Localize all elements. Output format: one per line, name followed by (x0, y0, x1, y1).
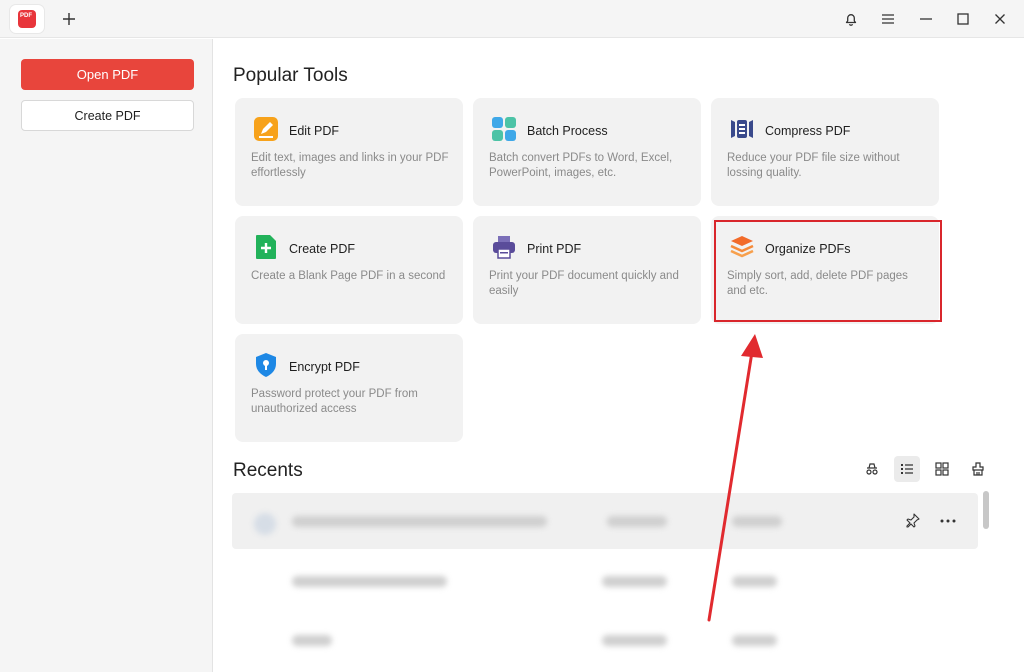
create-plus-icon (256, 235, 276, 259)
sidebar: Open PDF Create PDF (0, 39, 213, 672)
shield-lock-icon (256, 353, 276, 377)
tool-card-edit-pdf[interactable]: Edit PDF Edit text, images and links in … (235, 98, 463, 206)
app-logo-tab[interactable]: PDF (10, 5, 44, 33)
tool-description: Edit text, images and links in your PDF … (251, 152, 449, 179)
tool-title: Create PDF (289, 242, 355, 256)
minimize-button[interactable] (911, 4, 941, 34)
notifications-button[interactable] (836, 4, 866, 34)
tool-card-encrypt-pdf[interactable]: Encrypt PDF Password protect your PDF fr… (235, 334, 463, 442)
tool-description: Create a Blank Page PDF in a second (251, 270, 446, 282)
pin-button[interactable] (905, 512, 925, 532)
clear-recents-button[interactable] (965, 456, 991, 482)
cloud-view-button[interactable] (859, 456, 885, 482)
list-view-icon (901, 464, 913, 474)
file-type-icon (254, 513, 276, 535)
maximize-button[interactable] (948, 4, 978, 34)
recent-file-row[interactable] (232, 493, 978, 549)
file-date-blurred (602, 635, 667, 646)
minimize-icon (920, 18, 932, 20)
tool-description: Simply sort, add, delete PDF pages and e… (727, 270, 908, 297)
incognito-icon (866, 463, 878, 475)
batch-grid-icon (492, 117, 516, 141)
file-size-blurred (732, 635, 777, 646)
tool-description: Print your PDF document quickly and easi… (489, 270, 679, 297)
recents-scrollbar[interactable] (983, 491, 989, 529)
tool-description: Reduce your PDF file size without lossin… (727, 152, 900, 179)
tool-description: Password protect your PDF from unauthori… (251, 388, 418, 415)
recent-file-row[interactable] (232, 612, 978, 668)
tool-card-compress-pdf[interactable]: Compress PDF Reduce your PDF file size w… (711, 98, 939, 206)
file-date-blurred (602, 576, 667, 587)
popular-tools-title: Popular Tools (233, 65, 348, 86)
pin-icon (906, 513, 920, 528)
file-name-blurred (292, 516, 547, 527)
plus-icon (63, 13, 75, 25)
title-bar: PDF (0, 0, 1024, 38)
close-icon (995, 14, 1005, 24)
app-window: PDF Open PDF Create PDF Popular Tools Ed… (0, 0, 1024, 672)
tool-title: Encrypt PDF (289, 360, 360, 374)
file-name-blurred (292, 576, 447, 587)
maximize-icon (957, 13, 969, 25)
open-pdf-button[interactable]: Open PDF (21, 59, 194, 90)
recent-file-row[interactable] (232, 553, 978, 609)
file-name-blurred (292, 635, 332, 646)
close-button[interactable] (985, 4, 1015, 34)
tool-title: Organize PDFs (765, 242, 851, 256)
tool-title: Compress PDF (765, 124, 851, 138)
compress-icon (731, 120, 753, 138)
printer-icon (493, 236, 515, 259)
tool-description: Batch convert PDFs to Word, Excel, Power… (489, 152, 673, 179)
tool-title: Batch Process (527, 124, 608, 138)
pdf-logo-icon: PDF (18, 10, 36, 28)
create-pdf-button[interactable]: Create PDF (21, 100, 194, 131)
more-options-button[interactable] (937, 511, 959, 531)
grid-view-icon (935, 462, 949, 476)
hamburger-icon (882, 14, 894, 24)
tool-card-create-pdf[interactable]: Create PDF Create a Blank Page PDF in a … (235, 216, 463, 324)
more-dots-icon (940, 519, 956, 523)
bell-icon (845, 14, 857, 26)
recents-title: Recents (233, 460, 303, 481)
tool-title: Print PDF (527, 242, 582, 256)
new-tab-button[interactable] (54, 4, 84, 34)
tool-card-print-pdf[interactable]: Print PDF Print your PDF document quickl… (473, 216, 701, 324)
tool-card-batch-process[interactable]: Batch Process Batch convert PDFs to Word… (473, 98, 701, 206)
layers-icon (730, 236, 754, 258)
menu-button[interactable] (873, 4, 903, 34)
list-view-button[interactable] (894, 456, 920, 482)
grid-view-button[interactable] (929, 456, 955, 482)
file-size-blurred (732, 576, 777, 587)
file-size-blurred (732, 516, 782, 527)
tool-title: Edit PDF (289, 124, 340, 138)
tool-card-organize-pdfs[interactable]: Organize PDFs Simply sort, add, delete P… (711, 216, 939, 324)
broom-icon (972, 462, 984, 476)
file-date-blurred (607, 516, 667, 527)
edit-pen-icon (254, 117, 278, 141)
